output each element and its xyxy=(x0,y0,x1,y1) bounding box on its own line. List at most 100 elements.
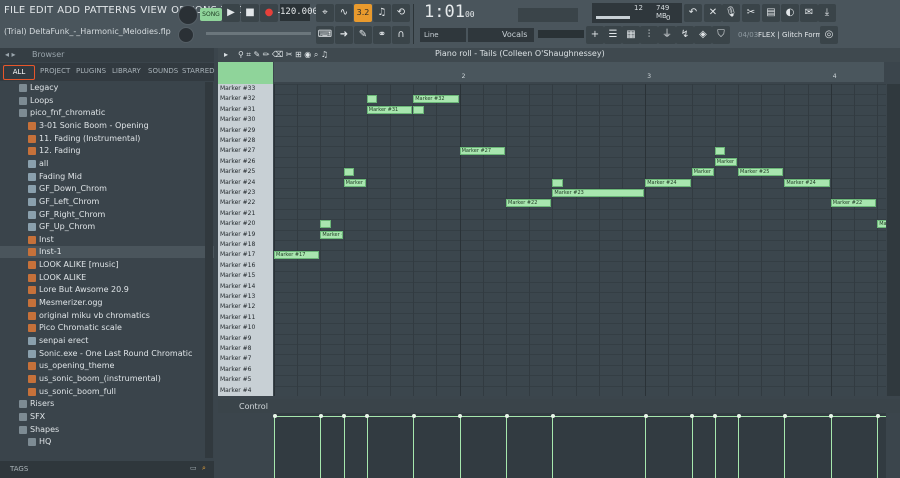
menu-item-edit[interactable]: EDIT xyxy=(29,5,53,16)
control-stem[interactable] xyxy=(343,417,345,478)
note[interactable]: Marker #24 xyxy=(343,178,366,187)
browser-file[interactable]: Mesmerizer.ogg xyxy=(0,297,214,309)
browser-tab-all[interactable]: ALL xyxy=(3,65,35,80)
control-point[interactable] xyxy=(690,414,695,418)
browser-file[interactable]: original miku vb chromatics xyxy=(0,310,214,322)
browser-tab-plugins[interactable]: PLUGINS xyxy=(76,67,106,75)
control-stem[interactable] xyxy=(320,417,322,478)
note[interactable] xyxy=(552,178,563,187)
instrument-selector[interactable]: Vocals xyxy=(468,28,534,42)
control-point[interactable] xyxy=(342,414,347,418)
note[interactable] xyxy=(320,220,331,229)
note[interactable]: Marker #22 xyxy=(506,199,552,208)
browser-file[interactable]: all xyxy=(0,158,214,170)
browser-file[interactable]: GF_Left_Chrom xyxy=(0,196,214,208)
control-point[interactable] xyxy=(713,414,718,418)
piano-roll-tools-icon[interactable]: ⚲ ⌗ ✎ ✏ ⌫ ✂ ⊞ ◉ ⌕ ♫ xyxy=(238,50,328,60)
message-icon[interactable]: ✉ xyxy=(800,4,818,22)
menu-item-view[interactable]: VIEW xyxy=(140,5,167,16)
note[interactable]: Marker # xyxy=(320,230,343,239)
stop-icon[interactable]: ■ xyxy=(241,4,259,22)
control-point[interactable] xyxy=(643,414,648,418)
control-stem[interactable] xyxy=(645,417,647,478)
browser-scrollbar[interactable] xyxy=(205,82,213,458)
pen-icon[interactable]: ✎ xyxy=(354,26,372,44)
browser-file[interactable]: Fading Mid xyxy=(0,171,214,183)
snap-selector[interactable]: Line xyxy=(420,28,466,42)
browser-folder[interactable]: HQ xyxy=(0,436,214,448)
record-audio-icon[interactable]: ◐ xyxy=(781,4,799,22)
blend-notes-icon[interactable]: ♫ xyxy=(373,4,391,22)
note[interactable] xyxy=(413,105,424,114)
cart-icon[interactable]: ⛉ xyxy=(712,26,730,44)
browser-folder[interactable]: Shapes xyxy=(0,424,214,436)
browser-file[interactable]: Pico Chromatic scale xyxy=(0,322,214,334)
menu-item-add[interactable]: ADD xyxy=(57,5,80,16)
master-pitch-knob[interactable] xyxy=(178,27,194,43)
plugin-icon[interactable]: ⏚ xyxy=(658,26,676,44)
browser-file[interactable]: GF_Right_Chrom xyxy=(0,209,214,221)
browser-file[interactable]: us_sonic_boom_(instrumental) xyxy=(0,373,214,385)
microphone-icon[interactable]: 🎙 xyxy=(722,4,740,22)
control-stem[interactable] xyxy=(830,417,832,478)
control-lane[interactable] xyxy=(272,413,886,478)
flex-label[interactable]: FLEX | Glitch Form xyxy=(758,31,822,39)
control-point[interactable] xyxy=(736,414,741,418)
note[interactable]: Mar xyxy=(877,220,886,229)
browser-file[interactable]: 3-01 Sonic Boom - Opening xyxy=(0,120,214,132)
note[interactable]: Marker # xyxy=(714,157,737,166)
browser-file[interactable]: us_opening_theme xyxy=(0,360,214,372)
browser-folder[interactable]: Legacy xyxy=(0,82,214,94)
menu-item-file[interactable]: FILE xyxy=(4,5,25,16)
control-point[interactable] xyxy=(504,414,509,418)
note[interactable]: Marker #24 xyxy=(784,178,830,187)
arrow-right-icon[interactable]: ➜ xyxy=(335,26,353,44)
control-point[interactable] xyxy=(782,414,787,418)
note[interactable]: Marker #31 xyxy=(366,105,413,114)
browser-file[interactable]: GF_Up_Chrom xyxy=(0,221,214,233)
browser-folder[interactable]: pico_fnf_chromatic xyxy=(0,107,214,119)
browser-file[interactable]: LOOK ALIKE [music] xyxy=(0,259,214,271)
note[interactable]: Marker #25 xyxy=(738,168,784,177)
tempo-display[interactable]: 120.000 xyxy=(280,4,318,21)
control-stem[interactable] xyxy=(552,417,554,478)
close-plugins-icon[interactable]: ✕ xyxy=(704,4,722,22)
play-icon[interactable]: ▶ xyxy=(222,4,240,22)
note[interactable]: Marker #25 xyxy=(691,168,714,177)
browser-arrows-icon[interactable]: ◂ ▸ xyxy=(5,50,16,59)
browser-file[interactable]: LOOK ALIKE xyxy=(0,272,214,284)
browser-tab-project[interactable]: PROJECT xyxy=(40,67,70,75)
control-point[interactable] xyxy=(458,414,463,418)
control-point[interactable] xyxy=(829,414,834,418)
menu-item-patterns[interactable]: PATTERNS xyxy=(84,5,136,16)
note[interactable]: Marker #23 xyxy=(552,189,645,197)
playlist-icon[interactable]: ☰ xyxy=(604,26,622,44)
browser-file[interactable]: us_sonic_boom_full xyxy=(0,386,214,398)
control-stem[interactable] xyxy=(784,417,786,478)
control-stem[interactable] xyxy=(459,417,461,478)
browser-file[interactable]: GF_Down_Chrom xyxy=(0,183,214,195)
browser-file[interactable]: senpai erect xyxy=(0,335,214,347)
control-stem[interactable] xyxy=(274,417,275,478)
browser-folder[interactable]: Loops xyxy=(0,95,214,107)
browser-file[interactable]: Lore But Awsome 20.9 xyxy=(0,284,214,296)
control-stem[interactable] xyxy=(506,417,507,478)
folder-icon[interactable]: ▭ xyxy=(190,464,197,472)
note[interactable]: Marker #22 xyxy=(830,199,877,208)
control-point[interactable] xyxy=(365,414,370,418)
magnet-icon[interactable]: ∩ xyxy=(392,26,410,44)
timeline-ruler[interactable]: 2 3 4 xyxy=(274,62,884,82)
browser-tab-library[interactable]: LIBRARY xyxy=(112,67,141,75)
vertical-scrollbar[interactable] xyxy=(887,84,900,396)
note[interactable]: Marker #27 xyxy=(459,147,505,156)
browser-file[interactable]: Inst-1 xyxy=(0,246,214,259)
control-point[interactable] xyxy=(318,414,323,418)
record-icon[interactable]: ● xyxy=(260,4,278,22)
tempo-tapper-icon[interactable]: ↯ xyxy=(676,26,694,44)
pattern-selector[interactable] xyxy=(538,30,584,38)
download-icon[interactable]: ⤓ xyxy=(818,4,836,22)
browser-folder[interactable]: Risers xyxy=(0,398,214,410)
search-icon[interactable]: ⌕ xyxy=(202,464,206,473)
piano-roll-menu-icon[interactable]: ▸ xyxy=(224,50,228,59)
control-point[interactable] xyxy=(272,414,277,418)
